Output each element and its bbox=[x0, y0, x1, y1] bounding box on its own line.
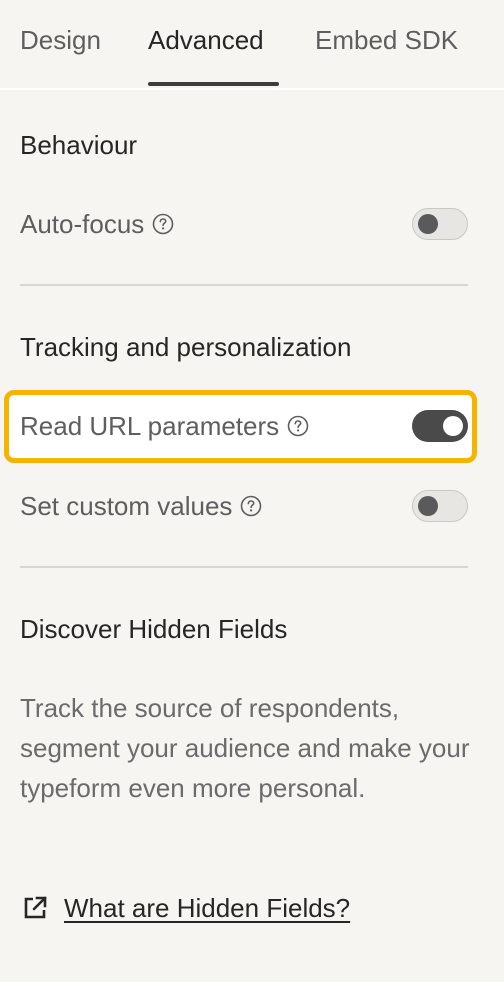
hidden-fields-help-link[interactable]: What are Hidden Fields? bbox=[20, 888, 350, 928]
toggle-knob bbox=[443, 416, 463, 436]
active-tab-indicator bbox=[148, 82, 279, 86]
read-url-parameters-label-group: Read URL parameters bbox=[20, 406, 309, 446]
hidden-fields-link-text[interactable]: What are Hidden Fields? bbox=[64, 888, 350, 928]
discover-section-title: Discover Hidden Fields bbox=[20, 614, 288, 644]
tab-embed-sdk[interactable]: Embed SDK bbox=[315, 18, 458, 66]
section-divider bbox=[20, 284, 468, 286]
read-url-parameters-label: Read URL parameters bbox=[20, 411, 280, 441]
tracking-section-title: Tracking and personalization bbox=[20, 332, 352, 362]
tab-design[interactable]: Design bbox=[20, 18, 101, 66]
help-icon[interactable] bbox=[287, 415, 309, 437]
behaviour-section-title: Behaviour bbox=[20, 130, 138, 160]
read-url-parameters-row: Read URL parameters bbox=[20, 406, 468, 446]
external-link-icon bbox=[24, 896, 47, 919]
set-custom-values-label: Set custom values bbox=[20, 491, 233, 521]
toggle-knob bbox=[418, 214, 438, 234]
set-custom-values-toggle[interactable] bbox=[412, 490, 468, 522]
section-divider bbox=[20, 566, 468, 568]
hidden-fields-description: Track the source of respondents, segment… bbox=[20, 693, 470, 803]
auto-focus-toggle[interactable] bbox=[412, 208, 468, 240]
auto-focus-label: Auto-focus bbox=[20, 209, 145, 239]
help-icon[interactable] bbox=[152, 213, 174, 235]
tab-advanced[interactable]: Advanced bbox=[148, 18, 264, 66]
read-url-parameters-toggle[interactable] bbox=[412, 410, 468, 442]
toggle-knob bbox=[418, 496, 438, 516]
auto-focus-row: Auto-focus bbox=[20, 204, 468, 244]
set-custom-values-label-group: Set custom values bbox=[20, 486, 262, 526]
help-icon[interactable] bbox=[240, 495, 262, 517]
set-custom-values-row: Set custom values bbox=[20, 486, 468, 526]
auto-focus-label-group: Auto-focus bbox=[20, 204, 174, 244]
tab-bar: Design Advanced Embed SDK bbox=[0, 0, 504, 90]
